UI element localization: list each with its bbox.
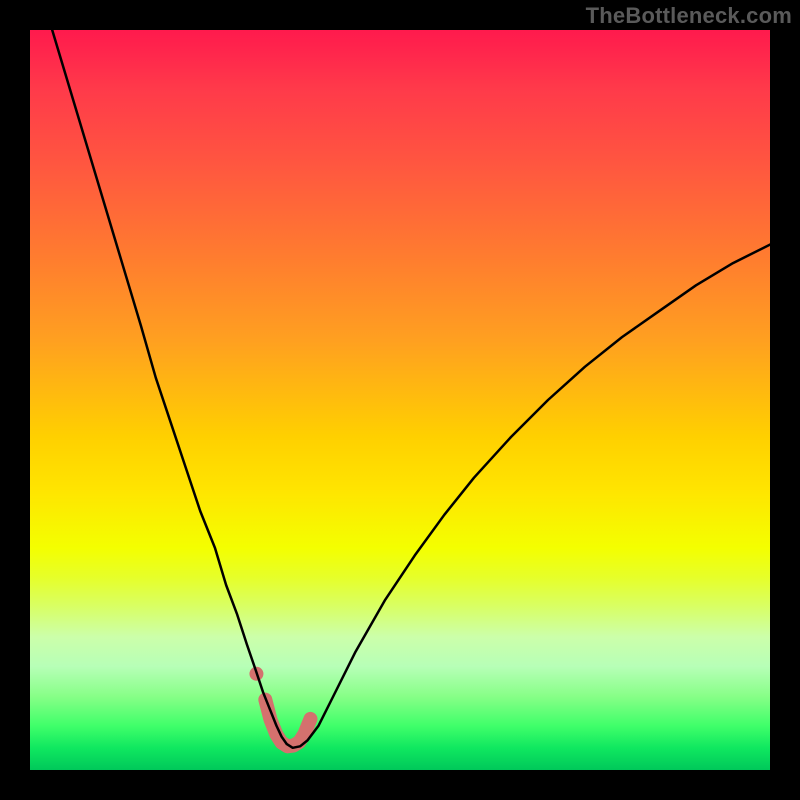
chart-frame: TheBottleneck.com [0, 0, 800, 800]
highlight-trough [265, 700, 310, 747]
curve-layer [30, 30, 770, 770]
plot-area [30, 30, 770, 770]
bottleneck-curve [52, 30, 770, 748]
watermark-text: TheBottleneck.com [586, 3, 792, 29]
